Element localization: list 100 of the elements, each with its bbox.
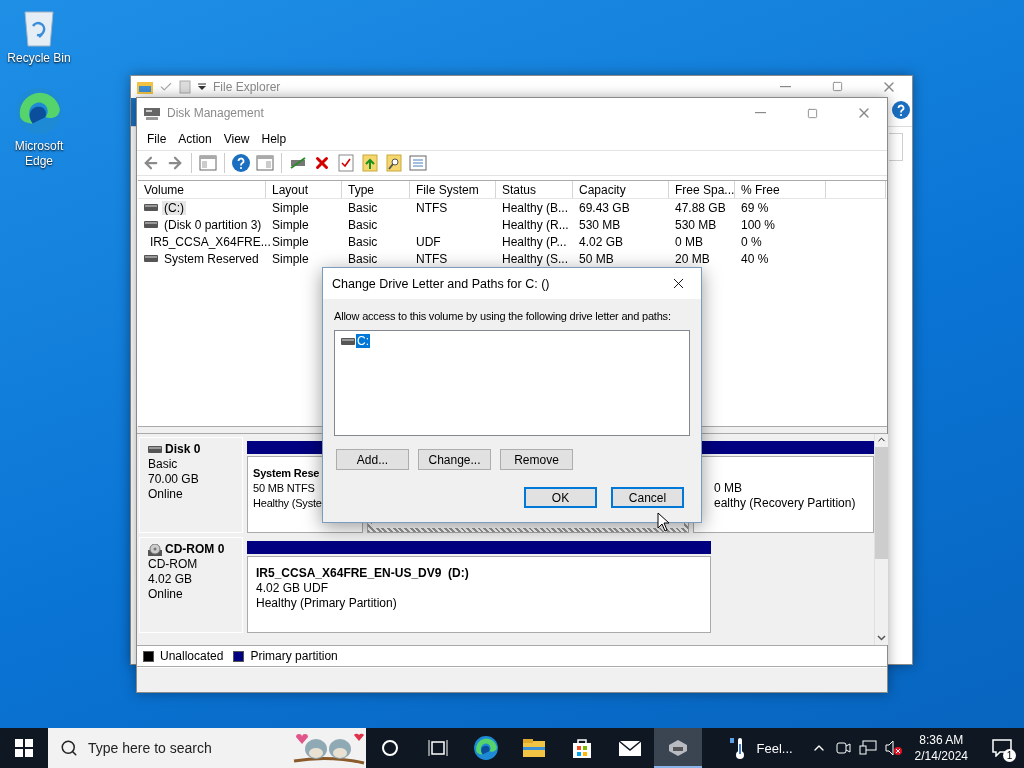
windows-logo-icon	[15, 739, 33, 757]
drive-icon	[341, 336, 355, 346]
paths-list[interactable]: C:	[334, 330, 690, 436]
search-field[interactable]: Type here to search	[48, 728, 366, 768]
help-icon[interactable]	[232, 154, 250, 172]
properties-icon[interactable]	[338, 154, 354, 172]
mail-icon[interactable]	[618, 739, 642, 757]
clock[interactable]: 8:36 AM 2/14/2024	[910, 732, 972, 764]
column-header[interactable]: % Free	[735, 181, 826, 198]
desktop-icon-label[interactable]: Recycle Bin	[4, 51, 74, 66]
table-cell-text: 47.88 GB	[674, 200, 727, 215]
dialog-button[interactable]: Cancel	[611, 487, 684, 508]
table-cell-text: 0 %	[740, 234, 763, 249]
folder-icon[interactable]	[522, 738, 546, 758]
table-cell[interactable]: (C:)	[162, 200, 186, 215]
folder-up-icon[interactable]	[362, 154, 378, 172]
forward-icon[interactable]	[166, 154, 184, 172]
disk-drive-icon	[148, 445, 162, 454]
table-cell-text: NTFS	[415, 251, 449, 266]
disk-status: Online	[148, 587, 184, 602]
partition-status: Healthy (Primary Partition)	[256, 596, 398, 611]
table-cell-text: Basic	[347, 251, 379, 266]
menu-item[interactable]: Action	[172, 132, 218, 146]
disk-size: 4.02 GB	[148, 572, 194, 587]
notification-icon	[992, 739, 1012, 757]
minimize-icon	[754, 112, 766, 114]
dialog-button[interactable]: Add...	[336, 449, 409, 470]
menu-item[interactable]: File	[141, 132, 173, 146]
table-cell-text: 50 MB	[578, 251, 615, 266]
table-cell-text: Healthy (P...	[501, 234, 568, 249]
list-item[interactable]: C:	[356, 334, 370, 348]
table-cell-text: Basic	[347, 217, 379, 232]
column-header[interactable]: File System	[410, 181, 496, 198]
partition-block[interactable]: 0 MB ealthy (Recovery Partition)	[693, 456, 874, 533]
partition-block[interactable]: IR5_CCSA_X64FRE_EN-US_DV9 (D:) 4.02 GB UDF Healthy (Primary Partition)	[247, 556, 711, 633]
cd-drive-icon	[148, 543, 162, 556]
table-cell-text: 40 %	[740, 251, 770, 266]
dialog-button[interactable]: OK	[524, 487, 597, 508]
store-bag-icon[interactable]	[571, 737, 593, 759]
column-header[interactable]: Type	[342, 181, 410, 198]
column-header[interactable]: Free Spa...	[669, 181, 735, 198]
dialog-button[interactable]: Change...	[418, 449, 491, 470]
disk-drive-icon	[144, 220, 158, 229]
cortana-circle-icon[interactable]	[381, 739, 399, 757]
search-field[interactable]	[889, 133, 903, 161]
table-cell-text: Basic	[347, 200, 379, 215]
table-cell-text: 69.43 GB	[578, 200, 631, 215]
partition-name: IR5_CCSA_X64FRE_EN-US_DV9 (D:)	[256, 566, 470, 581]
minimize-icon	[779, 85, 791, 88]
delete-icon[interactable]	[313, 154, 331, 172]
task-view-icon[interactable]	[428, 739, 448, 757]
network-monitor-icon[interactable]	[858, 740, 877, 756]
dialog-button[interactable]: Remove	[500, 449, 573, 470]
table-cell[interactable]: System Reserved	[162, 251, 261, 266]
camera-icon[interactable]	[834, 740, 851, 756]
legend-label: Unallocated	[160, 649, 224, 663]
table-cell-text: Basic	[347, 234, 379, 249]
legend-label: Primary partition	[250, 649, 338, 663]
maximize-icon	[806, 107, 818, 119]
back-icon[interactable]	[142, 154, 160, 172]
disk-drive-icon	[144, 203, 158, 212]
table-cell-text: Simple	[271, 217, 310, 232]
dialog-title: Change Drive Letter and Paths for C: ()	[332, 276, 551, 291]
search-icon	[60, 739, 78, 757]
disk-size: 70.00 GB	[148, 472, 200, 487]
table-cell-text: 0 MB	[674, 234, 704, 249]
table-cell-text: Simple	[271, 251, 310, 266]
desktop-icon-label[interactable]: Microsoft Edge	[4, 139, 74, 169]
folder-search-icon[interactable]	[386, 154, 402, 172]
caret-icon[interactable]	[197, 81, 207, 92]
connect-drive-icon[interactable]	[289, 156, 307, 170]
scrollbar[interactable]	[874, 434, 888, 645]
table-cell-text: 4.02 GB	[578, 234, 625, 249]
column-header[interactable]: Status	[496, 181, 573, 198]
menu-item[interactable]: Help	[255, 132, 293, 146]
disk-status: Online	[148, 487, 184, 502]
scroll-down-icon[interactable]	[876, 632, 887, 643]
table-cell-text: 100 %	[740, 217, 777, 232]
table-cell-text: 69 %	[740, 200, 770, 215]
partition-name: System Rese	[253, 466, 321, 481]
notification-button[interactable]: 1	[980, 728, 1024, 768]
column-header[interactable]: Capacity	[573, 181, 669, 198]
column-header[interactable]: Layout	[266, 181, 342, 198]
disk-drive-icon[interactable]	[666, 737, 690, 757]
disk-name: CD-ROM 0	[148, 542, 242, 557]
help-icon[interactable]	[892, 101, 910, 119]
table-cell-text: Simple	[271, 200, 310, 215]
column-header[interactable]: Volume	[138, 181, 266, 198]
browser-shortcut-icon[interactable]	[14, 86, 64, 136]
weather-widget[interactable]: Feel...	[718, 736, 803, 760]
table-cell[interactable]: (Disk 0 partition 3)	[162, 217, 264, 232]
table-cell[interactable]: IR5_CCSA_X64FRE...	[148, 234, 273, 249]
window-title: Disk Management	[167, 106, 265, 120]
menu-item[interactable]: View	[217, 132, 256, 146]
partition-details: 0 MB	[714, 481, 743, 496]
ribbon-tab[interactable]	[131, 97, 136, 126]
browser-icon[interactable]	[473, 735, 499, 761]
speaker-muted-icon[interactable]	[884, 740, 903, 756]
table-cell-text: Healthy (S...	[501, 251, 570, 266]
disk-type: CD-ROM	[148, 557, 199, 572]
